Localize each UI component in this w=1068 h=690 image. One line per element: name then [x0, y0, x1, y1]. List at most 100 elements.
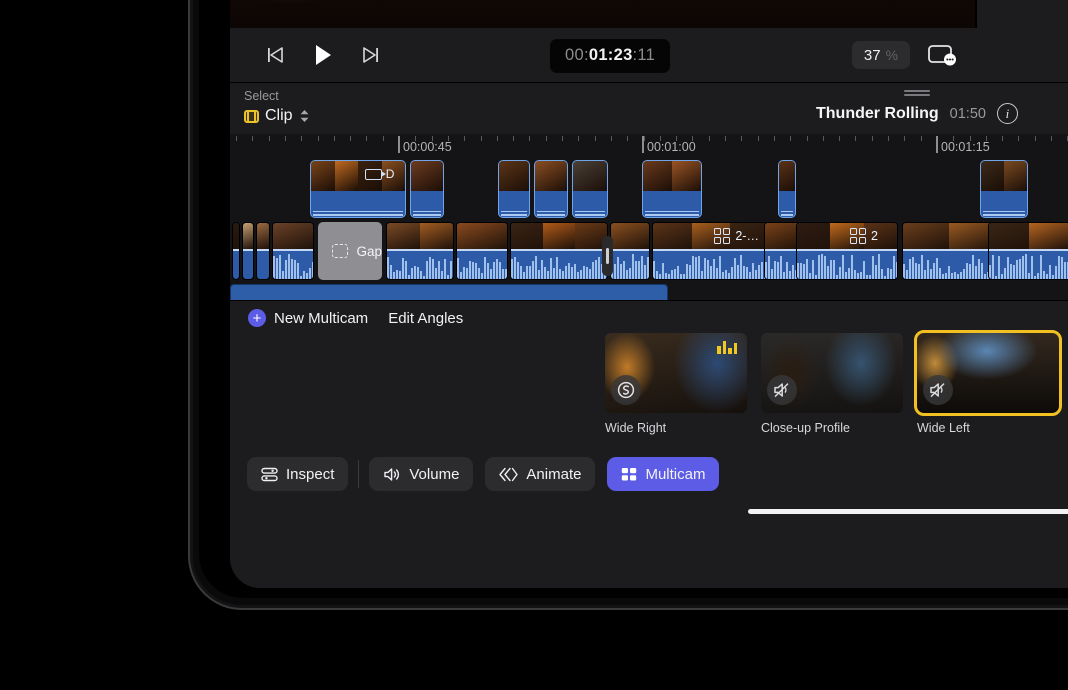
- angle-name: Close-up Profile: [761, 421, 903, 435]
- clip-trim-handle[interactable]: [602, 236, 613, 276]
- timecode-main: 01:23: [589, 46, 633, 64]
- connected-clip[interactable]: [498, 160, 530, 218]
- multicam-badge: 2-…: [714, 228, 759, 244]
- ruler-tick: [839, 136, 840, 141]
- timeline[interactable]: 00:00:4500:01:0000:01:15 D 2-… 2 Gap: [230, 134, 1068, 300]
- ruler-tick: [497, 136, 498, 141]
- selection-mode-label: Clip: [265, 107, 293, 125]
- clip-thumbnails: [797, 223, 897, 249]
- clip-line: [983, 214, 1025, 216]
- storyline-clip[interactable]: [902, 222, 996, 280]
- selection-mode-dropdown[interactable]: Clip: [244, 107, 310, 125]
- viewer-secondary[interactable]: [975, 0, 1068, 28]
- ruler-tick: [481, 136, 482, 141]
- clip-thumbnails: [535, 161, 567, 191]
- panel-drag-handle[interactable]: [904, 90, 930, 97]
- ruler-tick: [904, 136, 905, 141]
- angle-thumbnail[interactable]: [761, 333, 903, 413]
- ruler-tick: [513, 136, 514, 141]
- ruler-tick: [383, 136, 384, 141]
- ruler-tick: [758, 136, 759, 141]
- storyline-clip[interactable]: [988, 222, 1068, 280]
- storyline-clip[interactable]: [272, 222, 314, 280]
- gap-clip[interactable]: Gap: [318, 222, 382, 280]
- audio-waveform: [989, 249, 1068, 279]
- ruler-tick: [855, 136, 856, 141]
- play-icon[interactable]: [308, 40, 338, 70]
- storyline-clip[interactable]: [386, 222, 454, 280]
- connected-clip[interactable]: [980, 160, 1028, 218]
- clip-line: [645, 211, 699, 213]
- info-icon[interactable]: i: [997, 103, 1018, 124]
- clip-line: [501, 211, 527, 213]
- connected-clips-track[interactable]: D: [230, 160, 1068, 218]
- inspect-button[interactable]: Inspect: [247, 457, 348, 491]
- skip-back-icon[interactable]: [260, 40, 290, 70]
- connected-clip[interactable]: [410, 160, 444, 218]
- ruler-tick: [1002, 136, 1003, 141]
- ruler-marker: [642, 136, 644, 153]
- angle-thumbnail[interactable]: [917, 333, 1059, 413]
- bottom-toolbar: Inspect Volume Animate Multicam: [230, 448, 1068, 500]
- angle-thumbnail[interactable]: [605, 333, 747, 413]
- multicam-badge: 2: [850, 228, 878, 244]
- animate-button[interactable]: Animate: [485, 457, 595, 491]
- primary-storyline-track[interactable]: 2-… 2 Gap: [230, 222, 1068, 280]
- clip-thumbnails: [411, 161, 443, 191]
- storyline-clip[interactable]: [764, 222, 800, 280]
- zoom-value: 37: [864, 47, 881, 64]
- clip-line: [537, 211, 565, 213]
- solo-icon[interactable]: [611, 375, 641, 405]
- multicam-icon: [714, 228, 730, 244]
- volume-button[interactable]: Volume: [369, 457, 473, 491]
- display-options-icon[interactable]: [924, 40, 958, 70]
- ruler-time-text: 00:01:00: [647, 140, 696, 154]
- angle-item[interactable]: Wide Right: [605, 333, 747, 435]
- audio-track[interactable]: [230, 284, 1068, 300]
- connected-clip[interactable]: [572, 160, 608, 218]
- storyline-clip[interactable]: 2-…: [652, 222, 770, 280]
- multicam-button[interactable]: Multicam: [607, 457, 719, 491]
- clip-thumbnails: [387, 223, 453, 249]
- zoom-unit: %: [886, 47, 898, 63]
- timeline-ruler[interactable]: 00:00:4500:01:0000:01:15: [230, 134, 1068, 160]
- mute-icon[interactable]: [923, 375, 953, 405]
- viewer-main[interactable]: [230, 0, 975, 28]
- storyline-clip[interactable]: [242, 222, 254, 280]
- ruler-tick: [578, 136, 579, 141]
- skip-forward-icon[interactable]: [356, 40, 386, 70]
- storyline-clip[interactable]: [510, 222, 608, 280]
- project-title: Thunder Rolling: [816, 105, 939, 123]
- multicam-actions: + New Multicam Edit Angles: [248, 309, 463, 327]
- edit-angles-button[interactable]: Edit Angles: [388, 310, 463, 327]
- storyline-clip[interactable]: [232, 222, 240, 280]
- zoom-level-field[interactable]: 37 %: [852, 41, 910, 69]
- connected-clip[interactable]: [534, 160, 568, 218]
- storyline-clip[interactable]: [610, 222, 650, 280]
- project-info: Thunder Rolling 01:50 i: [816, 103, 1018, 124]
- music-clip[interactable]: [230, 284, 668, 300]
- storyline-clip[interactable]: [456, 222, 508, 280]
- button-label: Inspect: [286, 466, 334, 483]
- clip-line: [537, 214, 565, 216]
- connected-clip[interactable]: [778, 160, 796, 218]
- ruler-tick: [807, 136, 808, 141]
- ruler-tick: [464, 136, 465, 141]
- connected-clip[interactable]: [642, 160, 702, 218]
- angle-item[interactable]: Close-up Profile: [761, 333, 903, 435]
- angle-list[interactable]: Wide Right Close-up Profile Wide Left: [605, 333, 1059, 435]
- audio-waveform: [511, 249, 607, 279]
- mute-icon[interactable]: [767, 375, 797, 405]
- new-multicam-button[interactable]: + New Multicam: [248, 309, 368, 327]
- ruler-tick: [269, 136, 270, 141]
- connected-clip[interactable]: D: [310, 160, 406, 218]
- storyline-clip[interactable]: [256, 222, 270, 280]
- ruler-tick: [334, 136, 335, 141]
- angle-item[interactable]: Wide Left: [917, 333, 1059, 435]
- storyline-clip[interactable]: 2: [796, 222, 898, 280]
- ruler-tick: [595, 136, 596, 141]
- timecode-field[interactable]: 00:01:23:11: [550, 39, 670, 73]
- button-label: Multicam: [645, 466, 705, 483]
- toolbar-divider: [358, 460, 359, 488]
- ruler-tick: [546, 136, 547, 141]
